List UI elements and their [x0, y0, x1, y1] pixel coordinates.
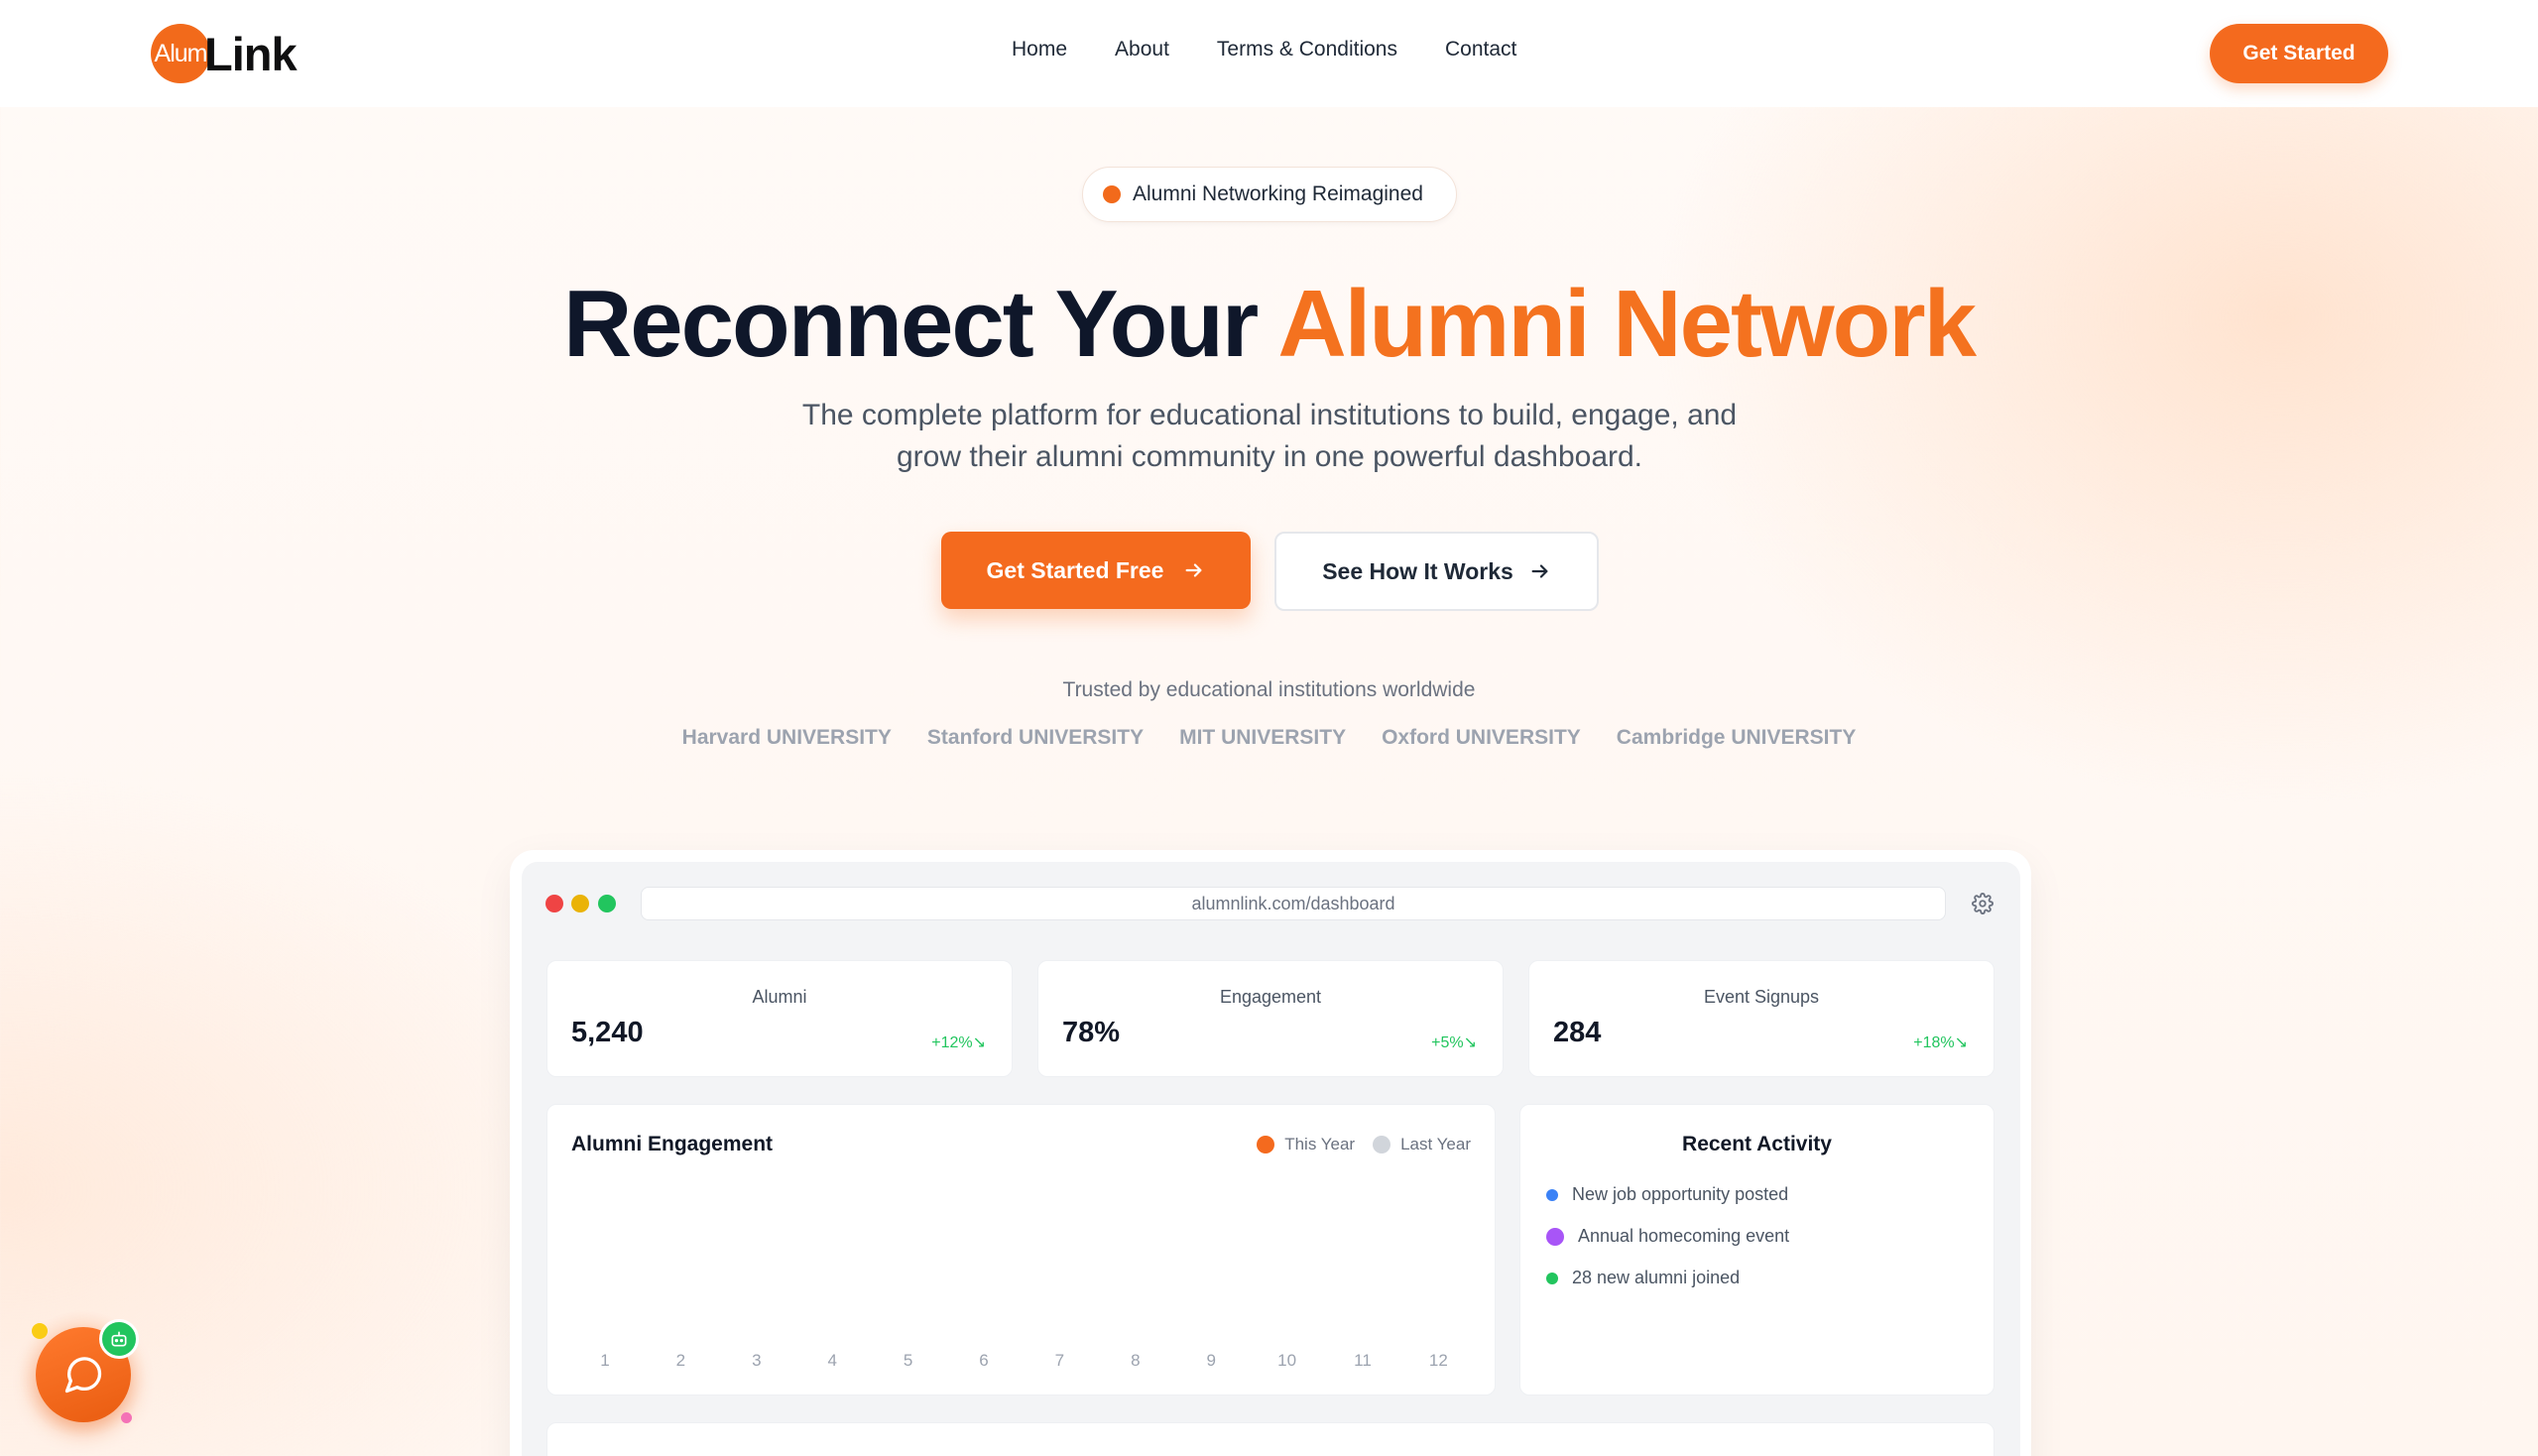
x-tick-label: 9 [1206, 1351, 1216, 1370]
x-tick-label: 2 [675, 1351, 686, 1370]
get-started-button[interactable]: Get Started [2210, 24, 2388, 83]
get-started-free-button[interactable]: Get Started Free [941, 532, 1251, 609]
x-tick-label: 5 [903, 1351, 913, 1370]
activity-text: New job opportunity posted [1572, 1184, 1789, 1204]
nav-terms[interactable]: Terms & Conditions [1217, 38, 1397, 61]
activity-dot [1546, 1227, 1564, 1246]
stat-change: +5%↘ [1431, 1034, 1477, 1051]
recent-activity-panel: Recent Activity New job opportunity post… [1519, 1104, 1994, 1395]
dashboard-bottom-panel [546, 1422, 1994, 1456]
activity-text: 28 new alumni joined [1572, 1268, 1741, 1287]
headline-accent: Alumni Network [1277, 271, 1977, 377]
logo-badge: Alum [151, 24, 210, 83]
sparkle-dot [121, 1412, 132, 1423]
tagline-text: Alumni Networking Reimagined [1133, 182, 1423, 205]
hero-headline: Reconnect Your Alumni Network [0, 270, 2538, 379]
stat-card-event-signups: Event Signups 284 +18%↘ [1528, 960, 1994, 1077]
chart-x-axis: 1 2 3 4 5 6 7 8 9 10 11 12 [547, 1351, 1495, 1375]
stat-label: Engagement [1219, 987, 1322, 1007]
x-tick-label: 1 [600, 1351, 610, 1370]
stat-card-engagement: Engagement 78% +5%↘ [1037, 960, 1504, 1077]
bot-badge [99, 1319, 139, 1359]
legend-label: This Year [1284, 1135, 1356, 1153]
get-started-free-label: Get Started Free [986, 556, 1164, 583]
activity-text: Annual homecoming event [1578, 1226, 1790, 1246]
window-minimize-dot [571, 895, 589, 912]
stat-value: 78% [1062, 1017, 1121, 1048]
x-tick-label: 12 [1428, 1351, 1448, 1370]
see-how-it-works-label: See How It Works [1322, 557, 1513, 584]
activity-item: Annual homecoming event [1546, 1226, 1789, 1247]
chat-bubble-icon [64, 1357, 102, 1394]
alumni-engagement-panel: Alumni Engagement This Year Last Year 12… [546, 1104, 1496, 1395]
legend-swatch [1257, 1136, 1275, 1153]
robot-icon [111, 1331, 127, 1347]
hero-tagline-pill: Alumni Networking Reimagined [1082, 167, 1457, 222]
legend-swatch [1373, 1136, 1391, 1153]
trusted-by-text: Trusted by educational institutions worl… [1062, 678, 1476, 701]
activity-dot [1546, 1188, 1558, 1201]
university-name: Cambridge UNIVERSITY [1616, 726, 1857, 749]
x-tick-label: 3 [752, 1351, 762, 1370]
window-close-dot [545, 895, 563, 912]
site-header: Alum Link Home About Terms & Conditions … [0, 0, 2538, 107]
stat-label: Event Signups [1703, 987, 1820, 1007]
activity-item: 28 new alumni joined [1546, 1268, 1740, 1288]
x-tick-label: 4 [827, 1351, 837, 1370]
stat-label: Alumni [752, 987, 807, 1007]
see-how-it-works-button[interactable]: See How It Works [1274, 532, 1599, 611]
activity-item: New job opportunity posted [1546, 1184, 1788, 1205]
stat-card-alumni: Alumni 5,240 +12%↘ [546, 960, 1013, 1077]
arrow-right-icon [1186, 563, 1202, 577]
activity-dot [1546, 1272, 1558, 1284]
x-tick-label: 6 [979, 1351, 989, 1370]
x-tick-label: 11 [1354, 1351, 1372, 1370]
arrow-right-icon [1531, 564, 1548, 578]
x-tick-label: 8 [1131, 1351, 1141, 1370]
hero-subtitle: The complete platform for educational in… [801, 399, 1738, 473]
stat-change: +18%↘ [1913, 1034, 1968, 1051]
sparkle-dot [32, 1323, 48, 1339]
university-logos: Harvard UNIVERSITY Stanford UNIVERSITY M… [0, 726, 2538, 750]
logo-text: Link [204, 27, 298, 80]
nav-home[interactable]: Home [1012, 38, 1067, 61]
university-name: Oxford UNIVERSITY [1382, 726, 1581, 749]
university-name: Harvard UNIVERSITY [681, 726, 892, 749]
main-nav: Home About Terms & Conditions Contact [1012, 38, 1564, 61]
nav-about[interactable]: About [1115, 38, 1169, 61]
stat-change: +12%↘ [931, 1034, 986, 1051]
panel-title: Recent Activity [1682, 1133, 1832, 1155]
chart-legend: This Year Last Year [1257, 1135, 1471, 1154]
logo[interactable]: Alum Link [151, 22, 298, 85]
stat-value: 5,240 [571, 1017, 644, 1048]
university-name: MIT UNIVERSITY [1179, 726, 1347, 749]
orange-dot-icon [1103, 185, 1121, 203]
stat-value: 284 [1553, 1017, 1602, 1048]
panel-title: Alumni Engagement [571, 1133, 774, 1155]
legend-label: Last Year [1400, 1135, 1471, 1153]
headline-main: Reconnect Your [562, 271, 1278, 377]
window-maximize-dot [598, 895, 616, 912]
gear-icon[interactable] [1972, 893, 1994, 914]
x-tick-label: 7 [1054, 1351, 1065, 1370]
nav-contact[interactable]: Contact [1445, 38, 1516, 61]
university-name: Stanford UNIVERSITY [926, 726, 1145, 749]
address-bar: alumnlink.com/dashboard [641, 887, 1946, 920]
x-tick-label: 10 [1277, 1351, 1297, 1370]
